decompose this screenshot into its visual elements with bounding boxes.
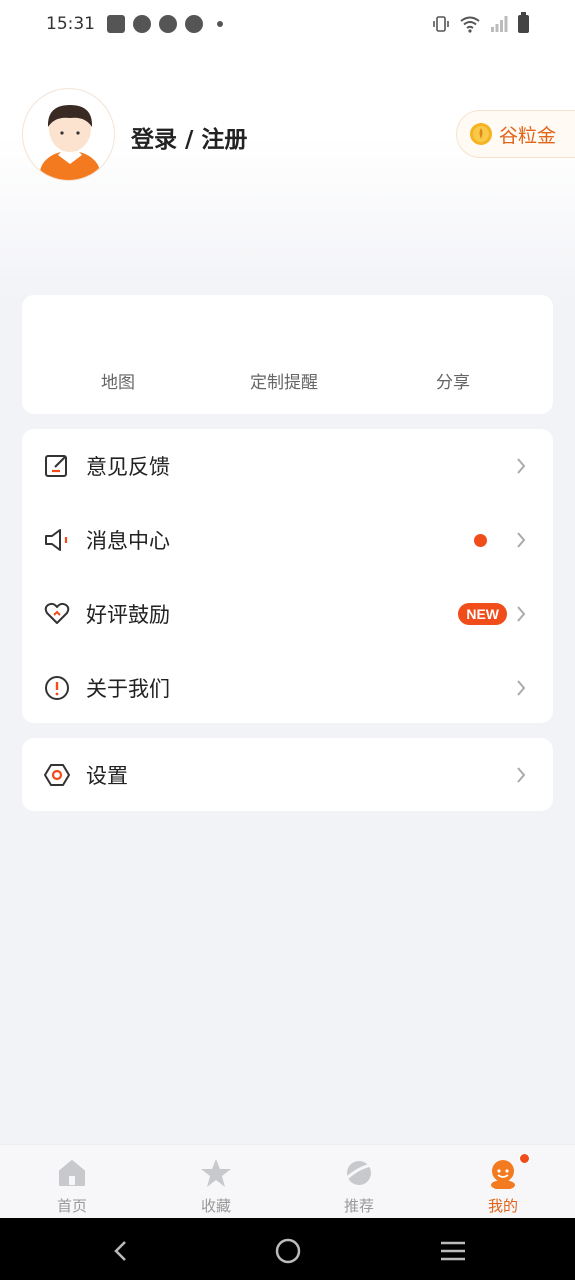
tab-home[interactable]: 首页: [22, 1145, 122, 1219]
heart-icon: [44, 602, 70, 624]
menu-item-feedback[interactable]: 意见反馈: [22, 429, 553, 503]
chevron-right-icon: [517, 458, 526, 474]
menu-item-label: 好评鼓励: [86, 603, 170, 627]
coin-button[interactable]: 谷粒金: [456, 110, 575, 158]
status-bar: 15:31: [0, 0, 575, 48]
info-exclamation-icon: [45, 676, 69, 700]
tab-recommend[interactable]: 推荐: [309, 1145, 409, 1219]
chevron-right-icon: [517, 680, 526, 696]
tools-card: 地图 定制提醒 分享: [22, 295, 553, 414]
menu-item-label: 关于我们: [86, 677, 170, 701]
chevron-right-icon: [517, 766, 526, 783]
new-badge: NEW: [458, 603, 507, 625]
chevron-right-icon: [517, 532, 526, 548]
signal-icon: [491, 16, 508, 32]
bottom-tab-bar: 首页 收藏 推荐 我的: [0, 1144, 575, 1218]
profile-icon: [491, 1160, 515, 1189]
menu-item-settings[interactable]: 设置: [22, 738, 553, 811]
chevron-right-icon: [517, 606, 526, 622]
speaker-icon: [45, 529, 68, 551]
settings-hexagon-icon: [44, 763, 70, 786]
settings-card: 设置: [22, 738, 553, 811]
coin-label: 谷粒金: [499, 124, 557, 147]
notification-app-icon: [185, 15, 203, 33]
tab-label: 我的: [487, 1197, 518, 1215]
edit-icon: [45, 455, 67, 477]
tool-share[interactable]: 分享: [436, 368, 470, 393]
tab-mine[interactable]: 我的: [453, 1145, 553, 1219]
notification-bag-icon: [107, 15, 125, 33]
menu-card: 意见反馈 消息中心 好评鼓励 NEW 关于我们: [22, 429, 553, 723]
more-notifications-icon: [217, 21, 223, 27]
tab-label: 收藏: [200, 1197, 231, 1215]
home-icon: [59, 1160, 85, 1186]
wifi-icon: [460, 16, 480, 33]
home-circle-icon[interactable]: [273, 1236, 303, 1266]
system-navigation-bar: [0, 1218, 575, 1280]
notification-app-icon: [159, 15, 177, 33]
star-icon: [201, 1159, 231, 1187]
coin-icon: [470, 123, 492, 145]
menu-item-messages[interactable]: 消息中心: [22, 503, 553, 577]
tool-map[interactable]: 地图: [101, 368, 135, 393]
notification-app-icon: [133, 15, 151, 33]
tab-label: 推荐: [343, 1197, 374, 1215]
login-register-link[interactable]: 登录 / 注册: [131, 120, 247, 154]
tab-label: 首页: [56, 1197, 87, 1215]
notification-badge: [519, 1153, 530, 1164]
menu-item-label: 消息中心: [86, 529, 170, 553]
unread-dot: [474, 533, 487, 547]
tool-custom-reminder[interactable]: 定制提醒: [250, 368, 318, 393]
menu-item-label: 设置: [86, 763, 128, 788]
menu-item-label: 意见反馈: [86, 455, 170, 479]
planet-icon: [344, 1161, 373, 1185]
back-icon[interactable]: [106, 1236, 136, 1266]
battery-icon: [518, 12, 529, 33]
status-time: 15:31: [46, 14, 95, 34]
menu-item-rate[interactable]: 好评鼓励 NEW: [22, 577, 553, 651]
vibrate-icon: [433, 16, 449, 32]
tab-favorites[interactable]: 收藏: [166, 1145, 266, 1219]
avatar[interactable]: [22, 88, 115, 181]
menu-item-about[interactable]: 关于我们: [22, 651, 553, 725]
recents-menu-icon[interactable]: [438, 1236, 468, 1266]
